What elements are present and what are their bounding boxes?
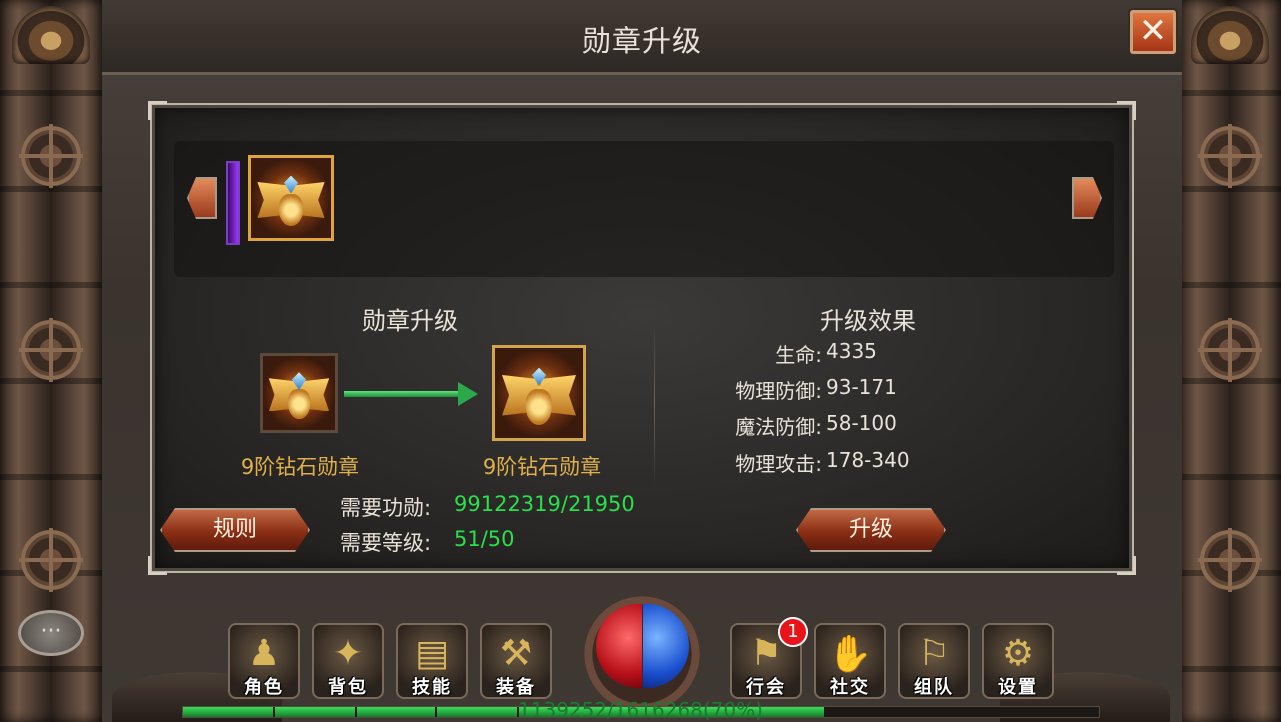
medal-slot-previous[interactable] (226, 161, 240, 245)
medal-carousel (174, 141, 1114, 277)
gear-icon: ⚙ (1001, 633, 1035, 674)
skill-book-icon: ▤ (414, 633, 450, 674)
current-medal-icon[interactable] (260, 353, 338, 433)
settings-button[interactable]: ⚙ 设置 (982, 623, 1054, 699)
handshake-icon: ✋ (827, 634, 873, 675)
pillar-ornament (1198, 124, 1262, 188)
chat-bubble-button[interactable]: ··· (18, 610, 84, 656)
medal-panel: 勋章升级 9阶钻石勋章 9阶钻石勋章 需要功勋: 99122319/21950 … (148, 101, 1136, 575)
upgrade-arrow (344, 391, 462, 397)
guild-notification-badge: 1 (778, 617, 808, 647)
pillar-capital (1191, 6, 1269, 64)
social-button[interactable]: ✋ 社交 (814, 623, 886, 699)
team-button[interactable]: ⚐ 组队 (898, 623, 970, 699)
medal-face (279, 194, 303, 226)
right-pillar-decoration (1179, 0, 1281, 722)
level-requirement-value: 51/50 (454, 527, 515, 551)
experience-text: 1139252/1616268(70%) (518, 698, 763, 722)
stat-label-physical-defense: 物理防御: (735, 379, 822, 403)
medal-slot-selected[interactable] (248, 155, 334, 241)
chevron-right-icon[interactable] (1072, 177, 1102, 219)
stat-label-hp: 生命: (775, 343, 822, 367)
team-label: 组队 (914, 677, 954, 698)
level-requirement-label: 需要等级: (340, 531, 432, 555)
panel-corner (1117, 101, 1136, 120)
pillar-ornament (19, 124, 83, 188)
title-bar: 勋章升级 ✕ (102, 0, 1182, 75)
character-label: 角色 (244, 677, 284, 698)
next-medal-name: 9阶钻石勋章 (482, 455, 602, 479)
panel-corner (148, 556, 167, 575)
merit-requirement-value: 99122319/21950 (454, 492, 635, 516)
guild-banner-icon: ⚑ (749, 633, 783, 674)
pillar-ornament (19, 528, 83, 592)
guild-label: 行会 (746, 677, 786, 698)
hammer-icon: ⚒ (499, 633, 533, 674)
close-button[interactable]: ✕ (1130, 10, 1176, 54)
character-icon: ♟ (247, 633, 281, 674)
rules-button[interactable]: 规则 (160, 508, 310, 552)
stat-value-physical-defense: 93-171 (826, 375, 897, 399)
upgrade-section-title: 勋章升级 (362, 307, 458, 335)
stat-value-hp: 4335 (826, 339, 877, 363)
medal-face (288, 389, 310, 419)
equipment-button[interactable]: ⚒ 装备 (480, 623, 552, 699)
merit-requirement-label: 需要功勋: (340, 496, 432, 520)
upgrade-arrow-head (458, 382, 478, 406)
bag-label: 背包 (328, 677, 368, 698)
skills-button[interactable]: ▤ 技能 (396, 623, 468, 699)
equipment-label: 装备 (496, 677, 536, 698)
team-flag-icon: ⚐ (917, 633, 951, 674)
pillar-capital (12, 6, 90, 64)
chevron-left-icon[interactable] (187, 177, 217, 219)
stat-label-magic-defense: 魔法防御: (735, 415, 822, 439)
pillar-ornament (1198, 318, 1262, 382)
effects-section-title: 升级效果 (820, 307, 916, 335)
current-medal-name: 9阶钻石勋章 (240, 455, 360, 479)
bag-button[interactable]: ✦ 背包 (312, 623, 384, 699)
pillar-ornament (19, 318, 83, 382)
medal-face (525, 388, 553, 425)
stat-value-magic-defense: 58-100 (826, 411, 897, 435)
panel-corner (148, 101, 167, 120)
character-button[interactable]: ♟ 角色 (228, 623, 300, 699)
bag-icon: ✦ (332, 633, 364, 674)
next-medal-icon[interactable] (492, 345, 586, 441)
upgrade-button[interactable]: 升级 (796, 508, 946, 552)
window-title: 勋章升级 (581, 24, 702, 58)
stat-value-physical-attack: 178-340 (826, 448, 910, 472)
pillar-ornament (1198, 528, 1262, 592)
skills-label: 技能 (412, 677, 452, 698)
settings-label: 设置 (998, 677, 1038, 698)
panel-corner (1117, 556, 1136, 575)
social-label: 社交 (830, 677, 870, 698)
stat-label-physical-attack: 物理攻击: (735, 452, 822, 476)
